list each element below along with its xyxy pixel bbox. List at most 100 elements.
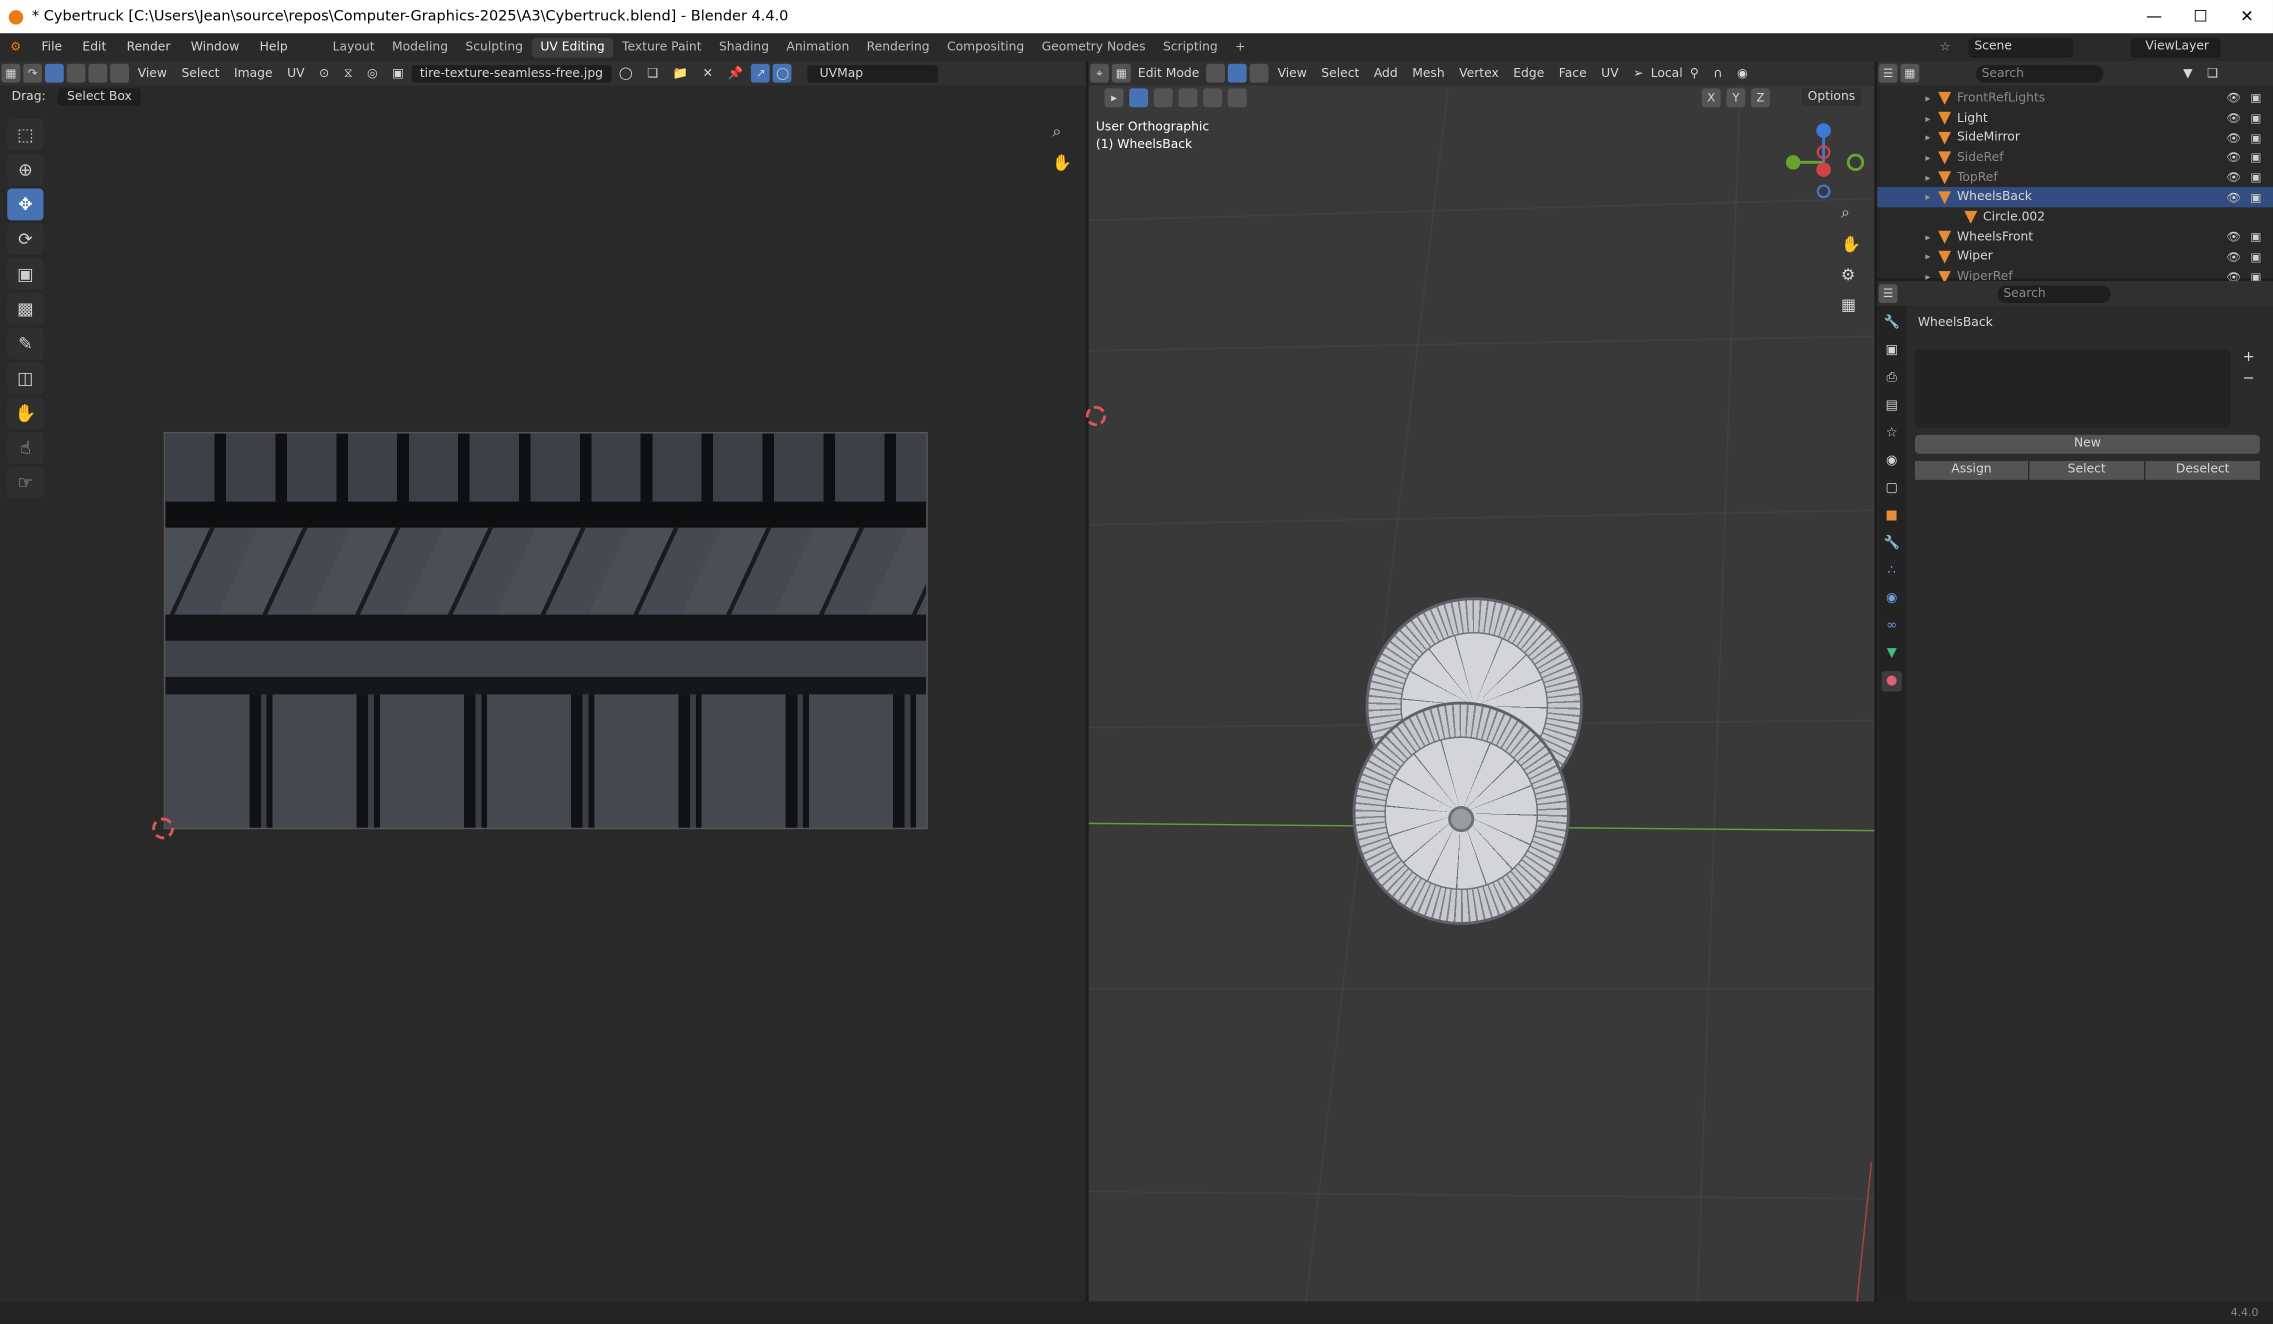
edge-select-icon[interactable]	[1228, 63, 1248, 83]
outliner-row[interactable]: ▸ FrontRefLights 👁 ▣	[1877, 88, 2273, 108]
select-intersect-icon[interactable]	[1227, 88, 1247, 108]
pivot-icon[interactable]: ⊙	[312, 66, 337, 80]
uv-sync-icon[interactable]: ↗	[751, 63, 771, 83]
tab-sculpting[interactable]: Sculpting	[457, 37, 532, 57]
properties-editor[interactable]: ☰ Search 🔧 ▣ ⎙ ▤ ☆ ◉ ▢ ■ 🔧 ∴ ◉ ∞ ▼ ● Whe…	[1877, 281, 2273, 1302]
tab-rendering[interactable]: Rendering	[858, 37, 938, 57]
overlay-icon[interactable]: ◯	[773, 63, 793, 83]
expand-chevron-icon[interactable]: ▸	[1918, 112, 1938, 124]
mirror-axis-x[interactable]: X	[1701, 88, 1721, 108]
tab-modeling[interactable]: Modeling	[383, 37, 456, 57]
vp-menu-edge[interactable]: Edge	[1506, 66, 1552, 80]
data-tab-icon[interactable]: ▼	[1882, 644, 1902, 664]
select-extend-icon[interactable]	[1153, 88, 1173, 108]
collection-tab-icon[interactable]: ▢	[1882, 478, 1902, 498]
material-tab-icon[interactable]: ●	[1881, 671, 1902, 692]
image-browse-icon[interactable]: ▣	[385, 66, 411, 80]
new-collection-icon[interactable]: ❏	[2200, 66, 2226, 80]
physics-tab-icon[interactable]: ◉	[1882, 589, 1902, 609]
grab-tool-icon[interactable]: ✋	[7, 397, 44, 430]
menu-edit[interactable]: Edit	[72, 40, 116, 54]
new-image-icon[interactable]: ❏	[640, 66, 666, 80]
output-tab-icon[interactable]: ⎙	[1882, 368, 1902, 388]
camera-view-icon[interactable]: ⚙	[1841, 265, 1855, 284]
proportional-icon[interactable]: ◎	[360, 66, 385, 80]
view-layer-selector[interactable]: ViewLayer	[2130, 36, 2221, 58]
vp-menu-mesh[interactable]: Mesh	[1405, 66, 1452, 80]
outliner[interactable]: ☰ ▦ Search ▼ ❏ ▸ FrontRefLights 👁 ▣ ▸ Light 👁 ▣…	[1877, 60, 2273, 284]
close-button[interactable]: ✕	[2224, 0, 2270, 33]
view-layer-tab-icon[interactable]: ▤	[1882, 396, 1902, 416]
relax-tool-icon[interactable]: ☝	[7, 431, 44, 464]
outliner-row[interactable]: ▸ Wiper 👁 ▣	[1877, 247, 2273, 267]
orientation-dropdown[interactable]: Local	[1651, 66, 1683, 80]
tool-tab-icon[interactable]: 🔧	[1882, 313, 1902, 333]
outliner-row[interactable]: ▸ WheelsFront 👁 ▣	[1877, 227, 2273, 247]
uv-select-mode-icon[interactable]: ↷	[23, 63, 43, 83]
rotate-tool-icon[interactable]: ⟳	[7, 223, 44, 256]
menu-help[interactable]: Help	[249, 40, 297, 54]
visibility-eye-icon[interactable]: 👁	[2226, 132, 2241, 145]
menu-render[interactable]: Render	[116, 40, 180, 54]
tool-select-icon[interactable]: ▸	[1104, 88, 1124, 108]
mode-dropdown[interactable]: Edit Mode	[1132, 66, 1205, 80]
render-camera-icon[interactable]: ▣	[2250, 231, 2261, 244]
display-mode-icon[interactable]: ▦	[1900, 63, 1920, 83]
outliner-row[interactable]: ▸ SideMirror 👁 ▣	[1877, 128, 2273, 148]
proportional-edit-icon[interactable]: ◉	[1730, 66, 1755, 80]
menu-file[interactable]: File	[31, 40, 72, 54]
select-subtract-icon[interactable]	[1178, 88, 1198, 108]
vp-menu-view[interactable]: View	[1270, 66, 1314, 80]
scale-tool-icon[interactable]: ▣	[7, 258, 44, 290]
snap-icon[interactable]: ⧖	[337, 66, 360, 80]
visibility-eye-icon[interactable]: 👁	[2226, 191, 2241, 204]
expand-chevron-icon[interactable]: ▸	[1918, 152, 1938, 164]
add-slot-button[interactable]: +	[2243, 349, 2255, 365]
image-name-field[interactable]: tire-texture-seamless-free.jpg	[411, 64, 612, 82]
uv-menu-select[interactable]: Select	[174, 66, 227, 80]
vp-menu-select[interactable]: Select	[1314, 66, 1367, 80]
open-image-icon[interactable]: 📁	[666, 66, 696, 80]
tab-compositing[interactable]: Compositing	[938, 37, 1033, 57]
face-select-icon[interactable]	[1250, 63, 1269, 83]
menu-window[interactable]: Window	[181, 40, 250, 54]
uv-map-field[interactable]: UVMap	[808, 64, 939, 82]
ortho-grid-icon[interactable]: ▦	[1841, 296, 1856, 315]
rip-tool-icon[interactable]: ◫	[7, 362, 44, 395]
pinch-tool-icon[interactable]: ☞	[7, 466, 44, 499]
select-invert-icon[interactable]	[1203, 88, 1223, 108]
expand-chevron-icon[interactable]: ▸	[1918, 231, 1938, 243]
remove-slot-button[interactable]: −	[2243, 371, 2255, 387]
zoom-icon[interactable]: ⌕	[1052, 122, 1061, 142]
render-camera-icon[interactable]: ▣	[2250, 92, 2261, 105]
scene-selector[interactable]: Scene	[1968, 36, 2073, 58]
visibility-eye-icon[interactable]: 👁	[2226, 92, 2241, 105]
uv-menu-uv[interactable]: UV	[280, 66, 312, 80]
render-camera-icon[interactable]: ▣	[2250, 171, 2261, 184]
fake-user-icon[interactable]: ◯	[612, 66, 640, 80]
material-slot-list[interactable]	[1914, 349, 2231, 428]
wheel-front-mesh[interactable]	[1352, 701, 1570, 925]
vp-menu-add[interactable]: Add	[1367, 66, 1405, 80]
outliner-search[interactable]: Search	[1975, 64, 2104, 82]
particles-tab-icon[interactable]: ∴	[1882, 561, 1902, 581]
new-material-button[interactable]: New	[1914, 434, 2260, 454]
vp-zoom-icon[interactable]: ⌕	[1841, 203, 1850, 223]
object-tab-icon[interactable]: ■	[1882, 506, 1902, 526]
outliner-row[interactable]: Circle.002	[1877, 207, 2273, 227]
outliner-row[interactable]: ▸ Light 👁 ▣	[1877, 108, 2273, 128]
uv-edge-mode-icon[interactable]	[66, 63, 86, 83]
navigation-gizmo[interactable]	[1782, 119, 1869, 200]
outliner-row[interactable]: ▸ TopRef 👁 ▣	[1877, 168, 2273, 188]
assign-button[interactable]: Assign	[1914, 460, 2028, 480]
tab-scripting[interactable]: Scripting	[1154, 37, 1226, 57]
properties-search[interactable]: Search	[1997, 284, 2111, 303]
select-button[interactable]: Select	[2029, 460, 2144, 480]
expand-chevron-icon[interactable]: ▸	[1918, 251, 1938, 263]
render-camera-icon[interactable]: ▣	[2250, 151, 2261, 164]
deselect-button[interactable]: Deselect	[2145, 460, 2260, 480]
minimize-button[interactable]: —	[2131, 0, 2177, 33]
visibility-eye-icon[interactable]: 👁	[2226, 112, 2241, 125]
mirror-axis-z[interactable]: Z	[1751, 88, 1770, 108]
magnet-icon[interactable]: ∩	[1706, 66, 1730, 80]
